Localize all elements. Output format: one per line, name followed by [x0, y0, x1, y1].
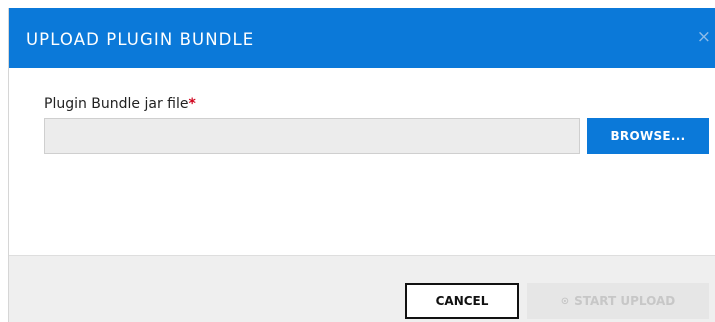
- dialog-body: Plugin Bundle jar file* BROWSE...: [9, 68, 715, 255]
- close-icon[interactable]: ×: [697, 27, 711, 47]
- start-upload-button[interactable]: ⊙ START UPLOAD: [527, 283, 709, 319]
- required-marker: *: [188, 96, 196, 112]
- cancel-button[interactable]: CANCEL: [405, 283, 519, 319]
- dialog-header: UPLOAD PLUGIN BUNDLE ×: [9, 8, 715, 68]
- field-label: Plugin Bundle jar file*: [44, 96, 196, 112]
- upload-plugin-dialog: UPLOAD PLUGIN BUNDLE × Plugin Bundle jar…: [8, 8, 715, 322]
- start-upload-label: START UPLOAD: [574, 294, 676, 308]
- file-path-field[interactable]: [44, 118, 580, 154]
- browse-button[interactable]: BROWSE...: [587, 118, 709, 154]
- dialog-title: UPLOAD PLUGIN BUNDLE: [26, 30, 255, 49]
- field-label-text: Plugin Bundle jar file: [44, 96, 189, 112]
- upload-icon: ⊙: [560, 295, 570, 307]
- dialog-footer: CANCEL ⊙ START UPLOAD: [9, 255, 715, 322]
